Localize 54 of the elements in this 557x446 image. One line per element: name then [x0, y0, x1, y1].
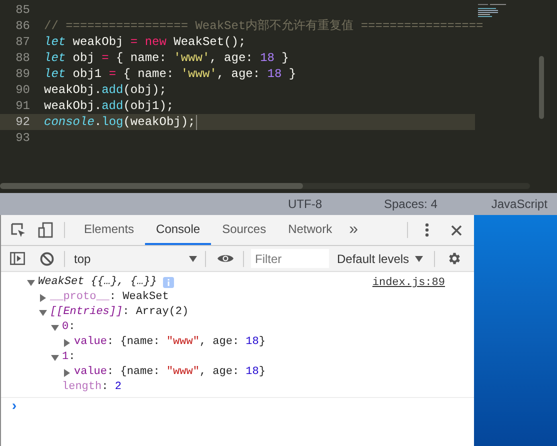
- source-link[interactable]: index.js:89: [372, 275, 445, 292]
- console-tree-entry[interactable]: 1:: [62, 349, 76, 366]
- code-line: // ================= WeakSet内部不允许有重复值 =================: [44, 18, 484, 35]
- console-tree-entry: length: 2: [62, 380, 122, 396]
- code-line: console.log(weakObj);: [44, 114, 196, 131]
- code-line: weakObj.add(obj1);: [44, 98, 174, 115]
- context-select[interactable]: top: [65, 250, 205, 268]
- console-tree-entry[interactable]: 0:: [62, 319, 76, 336]
- close-icon[interactable]: [451, 224, 462, 236]
- code-line: let weakObj = new WeakSet();: [44, 34, 246, 51]
- line-number: 86: [14, 18, 30, 35]
- code-line: let obj1 = { name: 'www', age: 18 }: [44, 66, 296, 83]
- line-number: 87: [14, 34, 30, 51]
- horizontal-scrollbar-thumb[interactable]: [0, 183, 303, 189]
- console-tree-entry[interactable]: value: {name: "www", age: 18}: [74, 364, 266, 381]
- text-cursor: [196, 114, 198, 130]
- dropdown-caret-icon: [189, 256, 197, 262]
- status-item: UTF-8: [288, 196, 322, 213]
- dropdown-caret-icon: [415, 256, 424, 262]
- code-line: let obj = { name: 'www', age: 18 }: [44, 50, 289, 67]
- devtools-tab[interactable]: Elements: [73, 215, 146, 245]
- line-number: 88: [14, 50, 30, 67]
- inspect-element-icon[interactable]: [11, 222, 26, 238]
- clear-console-icon[interactable]: [40, 252, 54, 266]
- console-prompt[interactable]: ›: [10, 397, 18, 418]
- console-tree-entry[interactable]: WeakSet {{…}, {…}}: [38, 274, 157, 291]
- line-number: 93: [14, 130, 30, 147]
- line-number: 89: [14, 66, 30, 83]
- log-levels-dropdown[interactable]: Default levels: [337, 250, 424, 268]
- console-tree-entry[interactable]: __proto__: WeakSet: [50, 289, 169, 306]
- devtools-tab[interactable]: Network: [277, 215, 344, 245]
- eye-icon[interactable]: [217, 253, 234, 264]
- collapsed-triangle-icon[interactable]: [39, 294, 47, 302]
- console-tree-entry[interactable]: [[Entries]]: Array(2): [50, 304, 189, 321]
- line-number: 85: [14, 2, 30, 19]
- more-options-icon[interactable]: [425, 223, 429, 237]
- sidebar-toggle-icon[interactable]: [10, 252, 25, 265]
- filter-input[interactable]: Filter: [251, 249, 329, 268]
- settings-icon[interactable]: [447, 251, 462, 266]
- status-item: JavaScript: [491, 196, 548, 213]
- status-item: Spaces: 4: [384, 196, 438, 213]
- collapsed-triangle-icon[interactable]: [63, 338, 71, 346]
- collapsed-triangle-icon[interactable]: [63, 368, 71, 376]
- devtools-tab[interactable]: Sources: [211, 215, 278, 245]
- code-line: weakObj.add(obj);: [44, 82, 166, 99]
- expanded-triangle-icon[interactable]: [27, 278, 35, 286]
- line-number: 92: [14, 114, 30, 131]
- expanded-triangle-icon[interactable]: [51, 354, 59, 362]
- console-tree-entry[interactable]: value: {name: "www", age: 18}: [74, 334, 266, 351]
- device-toolbar-icon[interactable]: [38, 222, 53, 238]
- line-number: 91: [14, 98, 30, 115]
- more-tabs-button[interactable]: »: [349, 218, 358, 242]
- vertical-scrollbar-thumb[interactable]: [539, 56, 544, 119]
- line-number: 90: [14, 82, 30, 99]
